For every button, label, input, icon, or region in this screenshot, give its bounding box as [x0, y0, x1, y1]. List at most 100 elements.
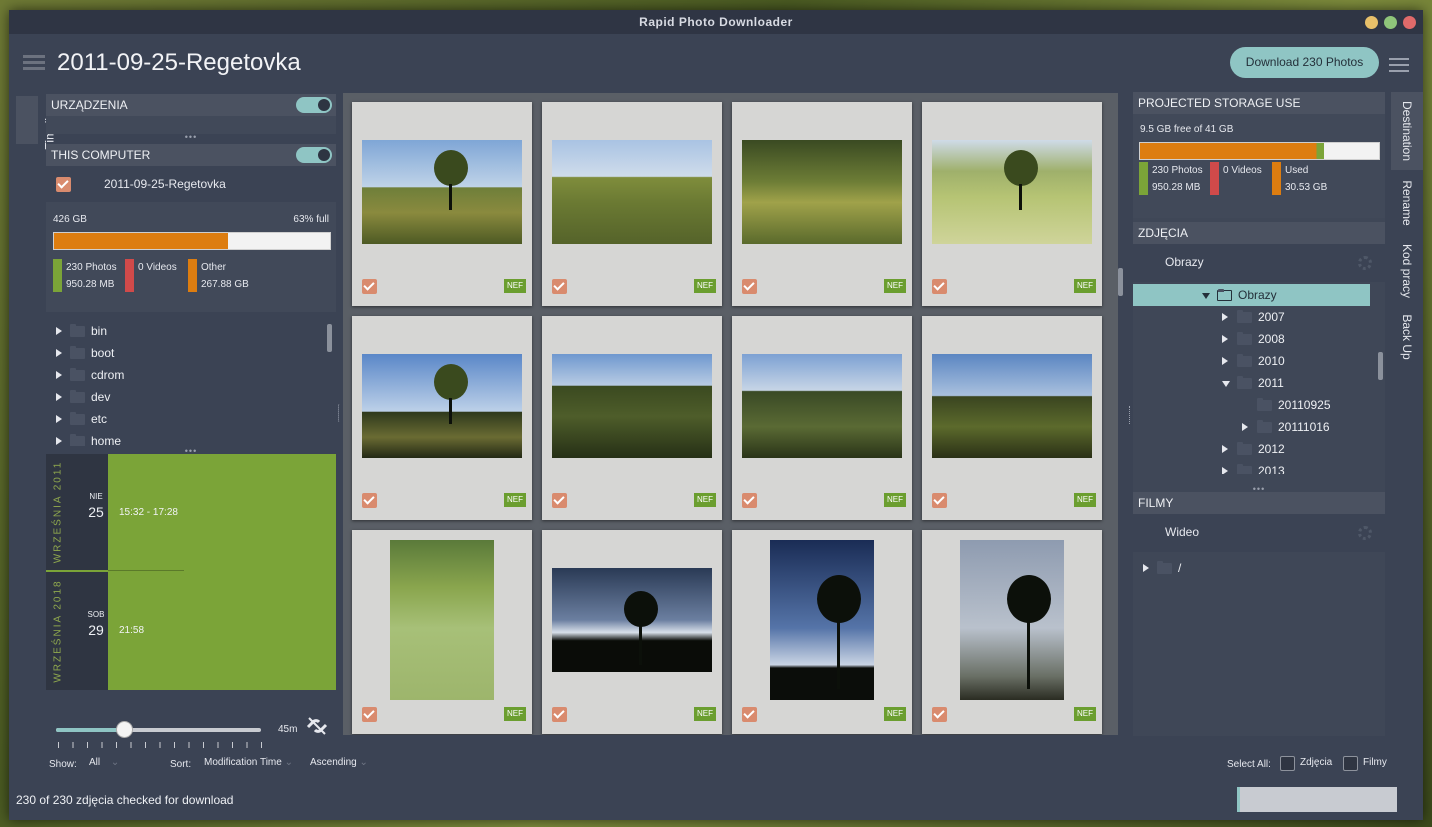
thumbnail-checkbox[interactable]: [362, 493, 377, 508]
tab-timeline[interactable]: Timeline: [16, 96, 56, 149]
expand-arrow-icon[interactable]: [56, 415, 62, 423]
sort-dropdown[interactable]: Modification Time ⌄: [204, 757, 293, 768]
folder-label: boot: [91, 346, 115, 360]
grid-scrollbar[interactable]: [1118, 268, 1123, 296]
collapse-arrow-icon[interactable]: [1222, 381, 1230, 387]
splitter-handle[interactable]: •••: [1251, 485, 1267, 494]
thumbnail-checkbox[interactable]: [742, 279, 757, 294]
this-computer-toggle[interactable]: [296, 147, 332, 163]
videos-destination-row[interactable]: Wideo: [1133, 514, 1385, 552]
folder-row[interactable]: dev: [46, 386, 326, 408]
thumbnail[interactable]: NEF: [542, 530, 722, 734]
thumbnail[interactable]: NEF: [352, 316, 532, 520]
thumbnail[interactable]: NEF: [922, 530, 1102, 734]
folder-label: 2010: [1258, 354, 1285, 368]
show-dropdown[interactable]: All ⌄: [89, 757, 119, 768]
expand-arrow-icon[interactable]: [1222, 467, 1228, 474]
tab-destination[interactable]: Destination: [1391, 92, 1423, 170]
splitter-handle[interactable]: •••: [183, 133, 199, 142]
folder-row[interactable]: etc: [46, 408, 326, 430]
folder-row[interactable]: boot: [46, 342, 326, 364]
thumbnail-checkbox[interactable]: [552, 707, 567, 722]
link-broken-icon[interactable]: [304, 713, 330, 739]
timeline-range[interactable]: 15:32 - 17:28: [119, 507, 178, 518]
expand-arrow-icon[interactable]: [1242, 423, 1248, 431]
thumbnail-checkbox[interactable]: [742, 493, 757, 508]
file-type-badge: NEF: [504, 493, 526, 507]
thumbnail[interactable]: NEF: [732, 530, 912, 734]
expand-arrow-icon[interactable]: [56, 437, 62, 445]
minimize-button[interactable]: [1365, 16, 1378, 29]
tab-back-up[interactable]: Back Up: [1391, 308, 1423, 366]
destination-folder-row[interactable]: 2008: [1133, 328, 1370, 350]
destination-folder-row[interactable]: Obrazy: [1133, 284, 1370, 306]
thumbnail[interactable]: NEF: [542, 316, 722, 520]
destination-folder-row[interactable]: 2011: [1133, 372, 1370, 394]
thumbnail[interactable]: NEF: [542, 102, 722, 306]
folder-label: 20111016: [1278, 420, 1330, 434]
source-checkbox[interactable]: [56, 177, 71, 192]
folder-tree: bin boot cdrom dev etc home: [46, 312, 336, 446]
thumbnail-checkbox[interactable]: [362, 707, 377, 722]
gear-icon[interactable]: [1358, 256, 1372, 270]
expand-arrow-icon[interactable]: [56, 371, 62, 379]
thumbnail-checkbox[interactable]: [932, 493, 947, 508]
destination-folder-row[interactable]: 2013: [1133, 460, 1370, 474]
select-photos-checkbox[interactable]: [1280, 756, 1295, 771]
slider-knob[interactable]: [116, 721, 133, 738]
download-button[interactable]: Download 230 Photos: [1230, 47, 1379, 78]
source-name: 2011-09-25-Regetovka: [104, 177, 226, 191]
collapse-arrow-icon[interactable]: [1202, 293, 1210, 299]
destination-folder-row[interactable]: 20111016: [1133, 416, 1370, 438]
expand-arrow-icon[interactable]: [1143, 564, 1149, 572]
thumbnail-checkbox[interactable]: [932, 707, 947, 722]
folder-row[interactable]: bin: [46, 320, 326, 342]
hamburger-menu-icon[interactable]: [1389, 54, 1409, 76]
tab-kod-pracy[interactable]: Kod pracy: [1391, 236, 1423, 306]
expand-arrow-icon[interactable]: [56, 327, 62, 335]
left-splitter[interactable]: [338, 404, 341, 422]
timeline-range[interactable]: 21:58: [119, 625, 144, 636]
thumbnail[interactable]: NEF: [732, 316, 912, 520]
thumbnail[interactable]: NEF: [922, 316, 1102, 520]
thumbnail-checkbox[interactable]: [742, 707, 757, 722]
right-splitter[interactable]: [1129, 406, 1132, 424]
expand-arrow-icon[interactable]: [1222, 357, 1228, 365]
tab-rename[interactable]: Rename: [1391, 172, 1423, 234]
videos-tree-root[interactable]: /: [1133, 557, 1385, 579]
maximize-button[interactable]: [1384, 16, 1397, 29]
thumbnail-checkbox[interactable]: [932, 279, 947, 294]
select-videos-checkbox[interactable]: [1343, 756, 1358, 771]
folder-row[interactable]: cdrom: [46, 364, 326, 386]
splitter-handle[interactable]: •••: [183, 447, 199, 456]
thumbnail-checkbox[interactable]: [552, 493, 567, 508]
thumbnail[interactable]: NEF: [352, 102, 532, 306]
expand-arrow-icon[interactable]: [56, 349, 62, 357]
close-button[interactable]: [1403, 16, 1416, 29]
file-type-badge: NEF: [694, 493, 716, 507]
folder-icon: [1237, 376, 1252, 389]
photos-tree-scrollbar[interactable]: [1378, 352, 1383, 380]
gear-icon[interactable]: [1358, 526, 1372, 540]
folder-tree-scrollbar[interactable]: [327, 324, 332, 352]
expand-arrow-icon[interactable]: [1222, 335, 1228, 343]
legend-line: 950.28 MB: [1152, 182, 1201, 193]
destination-folder-row[interactable]: 2007: [1133, 306, 1370, 328]
thumbnail[interactable]: NEF: [732, 102, 912, 306]
folder-row[interactable]: home: [46, 430, 326, 446]
devices-toggle[interactable]: [296, 97, 332, 113]
legend-swatch: [188, 259, 197, 292]
destination-folder-row[interactable]: 2012: [1133, 438, 1370, 460]
expand-arrow-icon[interactable]: [56, 393, 62, 401]
order-dropdown[interactable]: Ascending ⌄: [310, 757, 368, 768]
thumbnail[interactable]: NEF: [352, 530, 532, 734]
expand-arrow-icon[interactable]: [1222, 445, 1228, 453]
thumbnail-checkbox[interactable]: [552, 279, 567, 294]
destination-folder-row[interactable]: 2010: [1133, 350, 1370, 372]
expand-arrow-icon[interactable]: [1222, 313, 1228, 321]
thumbnail[interactable]: NEF: [922, 102, 1102, 306]
photos-destination-row[interactable]: Obrazy: [1133, 244, 1385, 282]
timeline[interactable]: WRZEŚNIA 2011 NIE 25 15:32 - 17:28 WRZEŚNIA …: [46, 454, 336, 690]
thumbnail-checkbox[interactable]: [362, 279, 377, 294]
destination-folder-row[interactable]: 20110925: [1133, 394, 1370, 416]
